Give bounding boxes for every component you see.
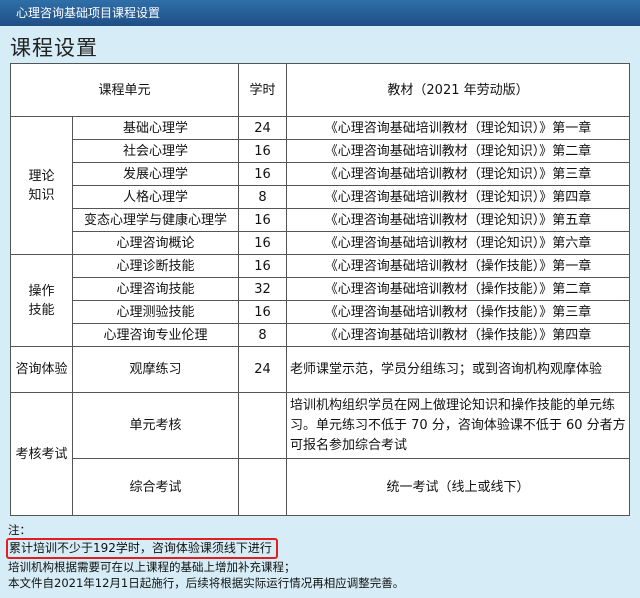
textbook-cell: 《心理咨询基础培训教材（理论知识）》第三章	[286, 162, 631, 186]
unit-cell: 变态心理学与健康心理学	[71, 208, 240, 232]
table-row: 变态心理学与健康心理学 16 《心理咨询基础培训教材（理论知识）》第五章	[11, 208, 631, 232]
unit-cell: 心理测验技能	[71, 300, 240, 324]
table-row: 心理测验技能 16 《心理咨询基础培训教材（操作技能）》第三章	[11, 300, 631, 324]
hours-cell: 16	[238, 162, 288, 186]
notes-label: 注：	[8, 523, 31, 537]
textbook-cell: 老师课堂示范，学员分组练习；或到咨询机构观摩体验	[286, 346, 631, 393]
table-row: 综合考试 统一考试（线上或线下）	[11, 458, 631, 516]
table-row: 考核考试 单元考核 培训机构组织学员在网上做理论知识和操作技能的单元练习。单元练…	[10, 392, 631, 516]
category-theory: 理论知识	[10, 116, 73, 255]
unit-cell: 单元考核	[71, 392, 240, 459]
table-row: 咨询体验 观摩练习 24 老师课堂示范，学员分组练习；或到咨询机构观摩体验	[10, 346, 631, 393]
hours-cell: 24	[238, 116, 288, 140]
textbook-cell: 《心理咨询基础培训教材（理论知识）》第四章	[286, 185, 631, 209]
unit-cell: 综合考试	[71, 458, 240, 516]
content-panel: 课程设置 课程单元 学时 教材（2021 年劳动版） 理论知识 基础心理学 24…	[0, 26, 640, 598]
textbook-cell: 《心理咨询基础培训教材（理论知识）》第五章	[286, 208, 631, 232]
table-row: 人格心理学 8 《心理咨询基础培训教材（理论知识）》第四章	[11, 185, 631, 209]
unit-cell: 基础心理学	[71, 116, 240, 140]
table-row: 理论知识 基础心理学 24 《心理咨询基础培训教材（理论知识）》第一章	[10, 116, 631, 255]
hours-cell: 32	[238, 277, 288, 301]
hours-cell	[238, 458, 288, 516]
course-table: 课程单元 学时 教材（2021 年劳动版） 理论知识 基础心理学 24 《心理咨…	[9, 63, 631, 516]
unit-cell: 心理咨询概论	[71, 231, 240, 255]
category-exam: 考核考试	[10, 392, 73, 516]
textbook-cell: 《心理咨询基础培训教材（理论知识）》第六章	[286, 231, 631, 255]
table-row: 心理咨询概论 16 《心理咨询基础培训教材（理论知识）》第六章	[11, 231, 631, 255]
note-line: 本文件自2021年12月1日起施行，后续将根据实际运行情况再相应调整完善。	[8, 576, 405, 590]
unit-cell: 人格心理学	[71, 185, 240, 209]
textbook-cell: 《心理咨询基础培训教材（操作技能）》第一章	[286, 254, 631, 278]
table-row: 社会心理学 16 《心理咨询基础培训教材（理论知识）》第二章	[11, 139, 631, 163]
textbook-cell: 《心理咨询基础培训教材（操作技能）》第三章	[286, 300, 631, 324]
unit-cell: 心理咨询专业伦理	[71, 323, 240, 347]
unit-cell: 观摩练习	[71, 346, 240, 393]
hours-cell: 16	[238, 300, 288, 324]
highlighted-note: 累计培训不少于192学时，咨询体验课须线下进行	[6, 538, 278, 559]
hours-cell: 16	[238, 254, 288, 278]
header-hours: 学时	[238, 63, 288, 117]
hours-cell: 8	[238, 185, 288, 209]
unit-cell: 社会心理学	[71, 139, 240, 163]
hours-cell: 8	[238, 323, 288, 347]
table-row: 操作技能 心理诊断技能 16 《心理咨询基础培训教材（操作技能）》第一章	[10, 254, 631, 347]
category-experience: 咨询体验	[10, 346, 73, 393]
table-header-row: 课程单元 学时 教材（2021 年劳动版）	[9, 63, 631, 117]
header-unit: 课程单元	[9, 63, 240, 117]
notes: 注： 累计培训不少于192学时，咨询体验课须线下进行 培训机构根据需要可在以上课…	[6, 522, 628, 591]
hours-cell: 24	[238, 346, 288, 393]
note-line: 培训机构根据需要可在以上课程的基础上增加补充课程；	[8, 560, 296, 574]
table-row: 心理咨询专业伦理 8 《心理咨询基础培训教材（操作技能）》第四章	[11, 323, 631, 347]
textbook-cell: 《心理咨询基础培训教材（理论知识）》第二章	[286, 139, 631, 163]
hours-cell: 16	[238, 208, 288, 232]
table-row: 发展心理学 16 《心理咨询基础培训教材（理论知识）》第三章	[11, 162, 631, 186]
category-skills: 操作技能	[10, 254, 73, 347]
hours-cell	[238, 392, 288, 459]
window-title-bar: 心理咨询基础项目课程设置	[0, 0, 640, 26]
unit-cell: 心理诊断技能	[71, 254, 240, 278]
window-title: 心理咨询基础项目课程设置	[16, 6, 161, 20]
header-textbook: 教材（2021 年劳动版）	[286, 63, 631, 117]
textbook-cell: 《心理咨询基础培训教材（操作技能）》第四章	[286, 323, 631, 347]
textbook-cell: 培训机构组织学员在网上做理论知识和操作技能的单元练习。单元练习不低于 70 分，…	[286, 392, 631, 459]
textbook-cell: 《心理咨询基础培训教材（理论知识）》第一章	[286, 116, 631, 140]
hours-cell: 16	[238, 139, 288, 163]
page-title: 课程设置	[10, 36, 98, 60]
unit-cell: 发展心理学	[71, 162, 240, 186]
unit-cell: 心理咨询技能	[71, 277, 240, 301]
textbook-cell: 统一考试（线上或线下）	[286, 458, 631, 516]
hours-cell: 16	[238, 231, 288, 255]
textbook-cell: 《心理咨询基础培训教材（操作技能）》第二章	[286, 277, 631, 301]
table-row: 心理咨询技能 32 《心理咨询基础培训教材（操作技能）》第二章	[11, 277, 631, 301]
